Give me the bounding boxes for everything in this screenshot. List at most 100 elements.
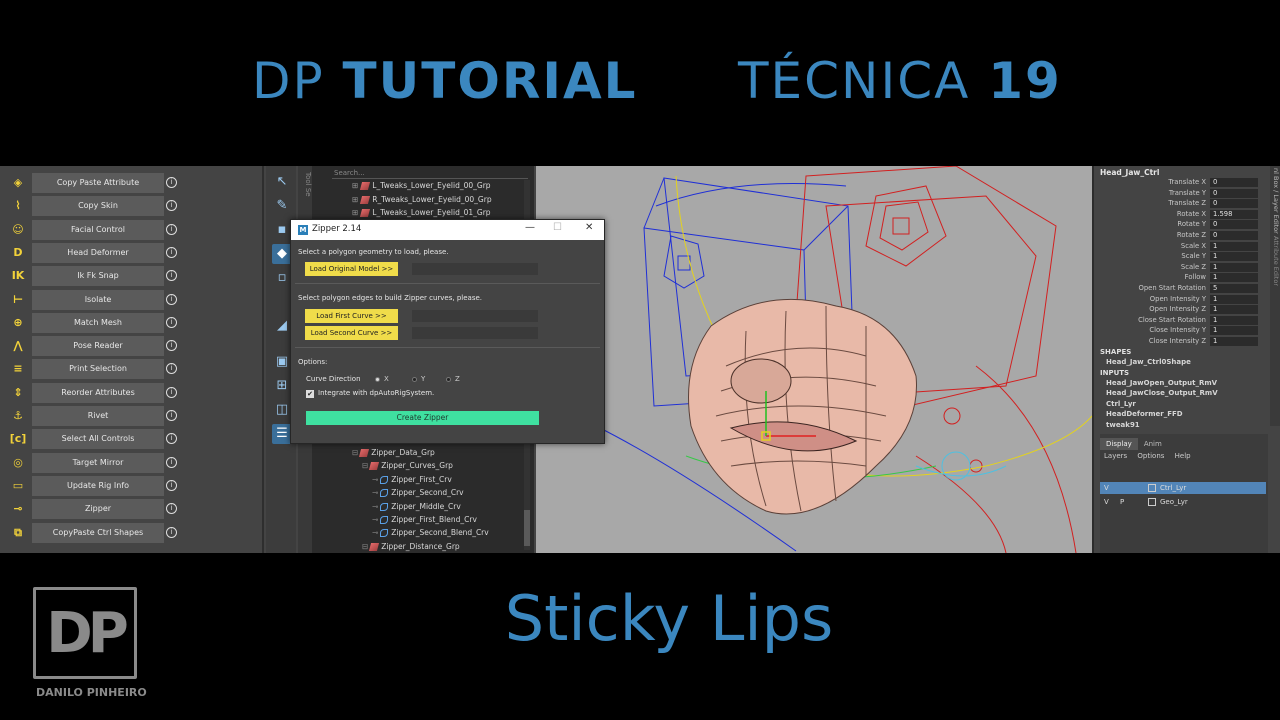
expand-icon[interactable]: ⊞ [352,195,358,204]
channel-attr[interactable]: Scale Z1 [1094,262,1264,273]
info-icon[interactable]: i [166,386,177,398]
second-curve-field[interactable] [412,327,538,339]
load-model-button[interactable]: Load Original Model >> [305,262,398,276]
tab-anim[interactable]: Anim [1138,438,1168,450]
pose-reader-icon[interactable]: ⋀ [6,336,30,356]
head-deformer-icon[interactable]: D [6,243,30,263]
outliner-item[interactable]: ⊟ Zipper_Data_Grp [352,446,435,459]
tab-display[interactable]: Display [1100,438,1138,450]
paint-tool-icon[interactable]: ▪ [272,220,292,240]
outliner-item[interactable]: ⊞ R_Tweaks_Lower_Eyelid_00_Grp [352,193,492,206]
channel-box-tab[interactable]: nl Box / Layer Editor [1272,168,1280,234]
rotate-tool-icon[interactable]: ▫ [272,268,292,288]
info-icon[interactable]: i [166,433,177,445]
channel-attr[interactable]: Follow 1 [1094,272,1264,283]
info-icon[interactable]: i [166,340,177,352]
tool-button[interactable]: Update Rig Info [32,475,164,496]
layer-row[interactable]: V P Geo_Lyr [1100,496,1266,508]
shape-node[interactable]: Head_Jaw_Ctrl0Shape [1106,358,1191,366]
layer-row[interactable]: V Ctrl_Lyr [1100,482,1266,494]
input-node[interactable]: HeadDeformer_FFD [1106,410,1183,418]
tool-button[interactable]: Head Deformer [32,242,164,263]
tool-button[interactable]: Copy Skin [32,196,164,217]
update-rig-icon[interactable]: ▭ [6,476,30,496]
info-icon[interactable]: i [166,503,177,515]
tool-button[interactable]: Select All Controls [32,429,164,450]
target-mirror-icon[interactable]: ◎ [6,453,30,473]
outliner-search-input[interactable]: Search... [332,168,528,179]
ctrl-icon[interactable]: [c] [6,429,30,449]
channel-attr[interactable]: Open Intensity Z1 [1094,304,1264,315]
select-tool-icon[interactable]: ↖ [272,172,292,192]
info-icon[interactable]: i [166,246,177,258]
two-view-icon[interactable]: ◫ [272,400,292,420]
tool-button[interactable]: Rivet [32,406,164,426]
channel-attr[interactable]: Translate X0 [1094,177,1264,188]
outliner-item[interactable]: ⊞ L_Tweaks_Lower_Eyelid_00_Grp [352,179,491,192]
tool-button[interactable]: Reorder Attributes [32,382,164,403]
info-icon[interactable]: i [166,177,177,188]
reorder-icon[interactable]: ⇕ [6,383,30,403]
outliner-item[interactable]: ⊸ Zipper_Second_Crv [372,486,464,499]
info-icon[interactable]: i [166,223,177,235]
menu-help[interactable]: Help [1175,452,1191,460]
channel-attr[interactable]: Open Intensity Y1 [1094,294,1264,305]
expand-icon[interactable]: ⊞ [352,208,358,217]
viewport-3d[interactable] [536,166,1092,553]
copy-shapes-icon[interactable]: ⧉ [6,523,30,543]
tool-button[interactable]: Facial Control [32,219,164,240]
outliner-item[interactable]: ⊸ Zipper_First_Crv [372,473,452,486]
info-icon[interactable]: i [166,200,177,212]
match-mesh-icon[interactable]: ⊕ [6,313,30,333]
expand-icon[interactable]: ⊞ [352,181,358,190]
outliner-item[interactable]: ⊟ Zipper_Distance_Grp [362,540,460,553]
lasso-tool-icon[interactable]: ✎ [272,196,292,216]
tool-button[interactable]: CopyPaste Ctrl Shapes [32,522,164,543]
move-tool-icon[interactable]: ◆ [272,244,292,264]
channel-attr[interactable]: Scale X1 [1094,241,1264,252]
tool-button[interactable]: Ik Fk Snap [32,266,164,287]
load-second-curve-button[interactable]: Load Second Curve >> [305,326,398,340]
rivet-icon[interactable]: ⚓ [6,406,30,426]
channel-attr[interactable]: Rotate X 1.598 [1094,209,1264,220]
outliner-item[interactable]: ⊸ Zipper_Second_Blend_Crv [372,526,489,539]
info-icon[interactable]: i [166,316,177,328]
last-tool-icon[interactable]: ◢ [272,316,292,336]
scroll-thumb[interactable] [524,510,530,546]
info-icon[interactable]: i [166,479,177,491]
outliner-item[interactable]: ⊟ Zipper_Curves_Grp [362,459,453,472]
input-node[interactable]: Head_JawClose_Output_RmV [1106,389,1218,397]
tool-button[interactable]: Match Mesh [32,312,164,333]
channel-attr[interactable]: Rotate Y0 [1094,219,1264,230]
print-selection-icon[interactable]: ≡ [6,359,30,379]
outliner-item[interactable]: ⊸ Zipper_Middle_Crv [372,500,461,513]
info-icon[interactable]: i [166,293,177,305]
first-curve-field[interactable] [412,310,538,322]
info-icon[interactable]: i [166,526,177,538]
menu-options[interactable]: Options [1137,452,1164,460]
single-view-icon[interactable]: ▣ [272,352,292,372]
layer-color-swatch[interactable] [1148,484,1156,492]
tool-button[interactable]: Pose Reader [32,336,164,357]
copy-skin-icon[interactable]: ⌇ [6,196,30,216]
tool-button[interactable]: Isolate [32,289,164,310]
info-icon[interactable]: i [166,270,177,282]
ik-fk-icon[interactable]: IK [6,266,30,286]
isolate-icon[interactable]: ⊢ [6,290,30,310]
zipper-icon[interactable]: ⊸ [6,499,30,519]
input-node[interactable]: Ctrl_Lyr [1106,400,1136,408]
outliner-item[interactable]: ⊞ L_Tweaks_Lower_Eyelid_01_Grp [352,206,491,219]
load-first-curve-button[interactable]: Load First Curve >> [305,309,398,323]
tool-button[interactable]: Target Mirror [32,452,164,473]
channel-attr[interactable]: Scale Y1 [1094,251,1264,262]
direction-z-radio[interactable]: Z [446,375,460,383]
attribute-editor-tab[interactable]: Attribute Editor [1272,236,1280,286]
maximize-button[interactable]: ☐ [553,222,562,233]
outliner-item[interactable]: ⊸ Zipper_First_Blend_Crv [372,513,477,526]
attr-icon[interactable]: ◈ [6,173,30,193]
channel-attr[interactable]: Close Start Rotation 1 [1094,315,1264,326]
input-node[interactable]: tweak91 [1106,421,1140,429]
menu-layers[interactable]: Layers [1104,452,1127,460]
minimize-button[interactable]: — [525,222,535,233]
tool-button[interactable]: Copy Paste Attribute [32,173,164,193]
